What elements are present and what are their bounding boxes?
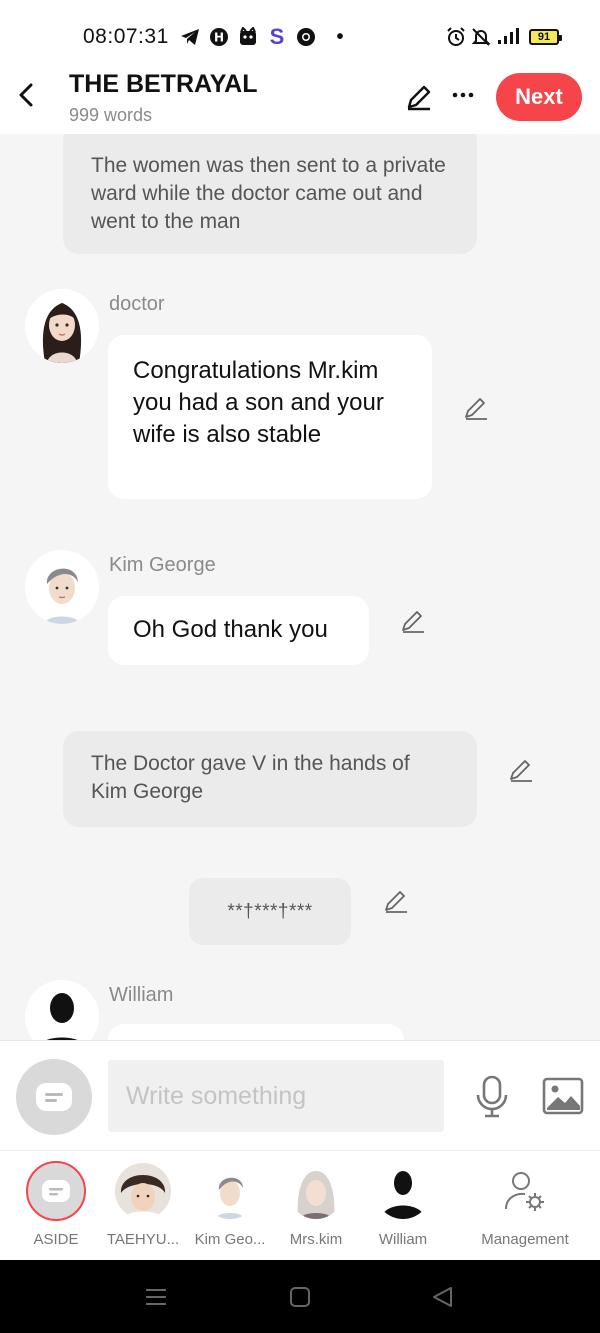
mute-icon bbox=[471, 27, 491, 47]
silhouette-icon bbox=[375, 1163, 431, 1219]
user-settings-icon bbox=[505, 1172, 544, 1211]
word-count: 999 words bbox=[69, 105, 153, 125]
dialogue-bubble-william[interactable] bbox=[108, 1024, 404, 1040]
character-label: Mrs.kim bbox=[289, 1231, 343, 1248]
app-s-icon: S bbox=[269, 24, 285, 49]
speaker-name-william: William bbox=[109, 984, 174, 1006]
app-cat-icon bbox=[238, 27, 258, 47]
dialogue-text: Congratulations Mr.kim you had a son and… bbox=[133, 357, 384, 448]
system-nav-bar bbox=[0, 1260, 600, 1333]
avatar-doctor[interactable] bbox=[25, 289, 99, 363]
next-button[interactable]: Next bbox=[496, 73, 582, 121]
chrome-icon bbox=[296, 27, 316, 47]
header: THE BETRAYAL 999 words Next bbox=[0, 62, 600, 134]
chat-bubble-icon bbox=[36, 1083, 72, 1111]
character-taehyung[interactable]: TAEHYU... bbox=[103, 1163, 183, 1253]
signal-icon bbox=[497, 27, 521, 45]
more-dots-icon bbox=[452, 92, 474, 98]
telegram-icon bbox=[180, 27, 200, 47]
home-nav-button[interactable] bbox=[287, 1284, 313, 1310]
narration-text: The Doctor gave V in the hands of Kim Ge… bbox=[91, 752, 410, 803]
edit-message-button[interactable] bbox=[399, 608, 427, 636]
square-icon bbox=[290, 1287, 310, 1307]
character-label: William bbox=[378, 1231, 428, 1248]
message-input[interactable] bbox=[108, 1060, 444, 1132]
app-h-icon: H bbox=[209, 27, 229, 47]
page-title: THE BETRAYAL bbox=[69, 70, 258, 98]
edit-message-button[interactable] bbox=[382, 888, 410, 916]
notification-dot-icon: • bbox=[336, 25, 344, 48]
character-mrs-kim[interactable]: Mrs.kim bbox=[276, 1163, 356, 1253]
triangle-back-icon bbox=[433, 1287, 452, 1307]
chevron-left-icon bbox=[19, 83, 33, 107]
mrs-kim-portrait-icon bbox=[288, 1163, 344, 1219]
dialogue-text: Oh God thank you bbox=[133, 616, 328, 643]
kim-george-portrait-icon bbox=[25, 550, 99, 624]
status-bar: 08:07:31 H S • 91 bbox=[0, 0, 600, 62]
status-time: 08:07:31 bbox=[83, 25, 169, 48]
edit-title-button[interactable] bbox=[404, 82, 434, 112]
microphone-icon bbox=[476, 1075, 508, 1118]
svg-text:H: H bbox=[214, 31, 224, 45]
avatar-kim-george[interactable] bbox=[25, 550, 99, 624]
character-william[interactable]: William bbox=[363, 1163, 443, 1253]
back-nav-button[interactable] bbox=[430, 1284, 456, 1310]
back-button[interactable] bbox=[14, 80, 40, 110]
pencil-icon bbox=[407, 85, 431, 111]
character-management[interactable]: Management bbox=[478, 1163, 572, 1253]
narration-text: The women was then sent to a private war… bbox=[91, 154, 446, 233]
chat-bubble-icon bbox=[42, 1180, 70, 1202]
input-bar bbox=[0, 1040, 600, 1150]
aside-avatar bbox=[26, 1161, 86, 1221]
more-options-button[interactable] bbox=[450, 80, 476, 110]
william-avatar bbox=[375, 1163, 431, 1219]
taehyung-portrait-icon bbox=[115, 1163, 171, 1219]
alarm-icon bbox=[446, 27, 466, 47]
separator-bubble[interactable]: **†***†*** bbox=[189, 878, 351, 945]
edit-message-button[interactable] bbox=[507, 757, 535, 785]
character-label: TAEHYU... bbox=[106, 1231, 180, 1248]
hamburger-icon bbox=[146, 1289, 166, 1305]
dialogue-bubble-kim-george[interactable]: Oh God thank you bbox=[108, 596, 369, 665]
menu-nav-button[interactable] bbox=[143, 1284, 169, 1310]
image-button[interactable] bbox=[542, 1077, 584, 1115]
kim-george-avatar bbox=[202, 1163, 258, 1219]
speaker-name-doctor: doctor bbox=[109, 293, 165, 315]
character-kim-george[interactable]: Kim Geo... bbox=[190, 1163, 270, 1253]
management-icon-wrap bbox=[497, 1163, 553, 1219]
speaker-name-kim-george: Kim George bbox=[109, 554, 216, 576]
aside-mode-button[interactable] bbox=[16, 1059, 92, 1135]
voice-button[interactable] bbox=[474, 1075, 510, 1119]
chat-area[interactable]: The women was then sent to a private war… bbox=[0, 134, 600, 1040]
battery-icon: 91 bbox=[529, 29, 562, 45]
kim-george-portrait-icon bbox=[202, 1163, 258, 1219]
pencil-icon bbox=[465, 398, 487, 420]
pencil-icon bbox=[510, 760, 532, 782]
character-aside[interactable]: ASIDE bbox=[16, 1161, 96, 1253]
character-label: ASIDE bbox=[33, 1231, 79, 1248]
character-label: Kim Geo... bbox=[194, 1231, 266, 1248]
character-bar: ASIDE TAEHYU... Kim Geo... Mrs.kim Willi… bbox=[0, 1150, 600, 1260]
doctor-portrait-icon bbox=[25, 289, 99, 363]
edit-message-button[interactable] bbox=[462, 395, 490, 423]
narration-bubble[interactable]: The women was then sent to a private war… bbox=[63, 134, 477, 254]
narration-bubble[interactable]: The Doctor gave V in the hands of Kim Ge… bbox=[63, 731, 477, 827]
avatar-william[interactable] bbox=[25, 980, 99, 1040]
character-label: Management bbox=[481, 1231, 569, 1248]
mrs-kim-avatar bbox=[288, 1163, 344, 1219]
silhouette-icon bbox=[25, 980, 99, 1040]
image-icon bbox=[542, 1077, 584, 1115]
pencil-icon bbox=[385, 891, 407, 913]
dialogue-bubble-doctor[interactable]: Congratulations Mr.kim you had a son and… bbox=[108, 335, 432, 499]
pencil-icon bbox=[402, 611, 424, 633]
taehyung-avatar bbox=[115, 1163, 171, 1219]
